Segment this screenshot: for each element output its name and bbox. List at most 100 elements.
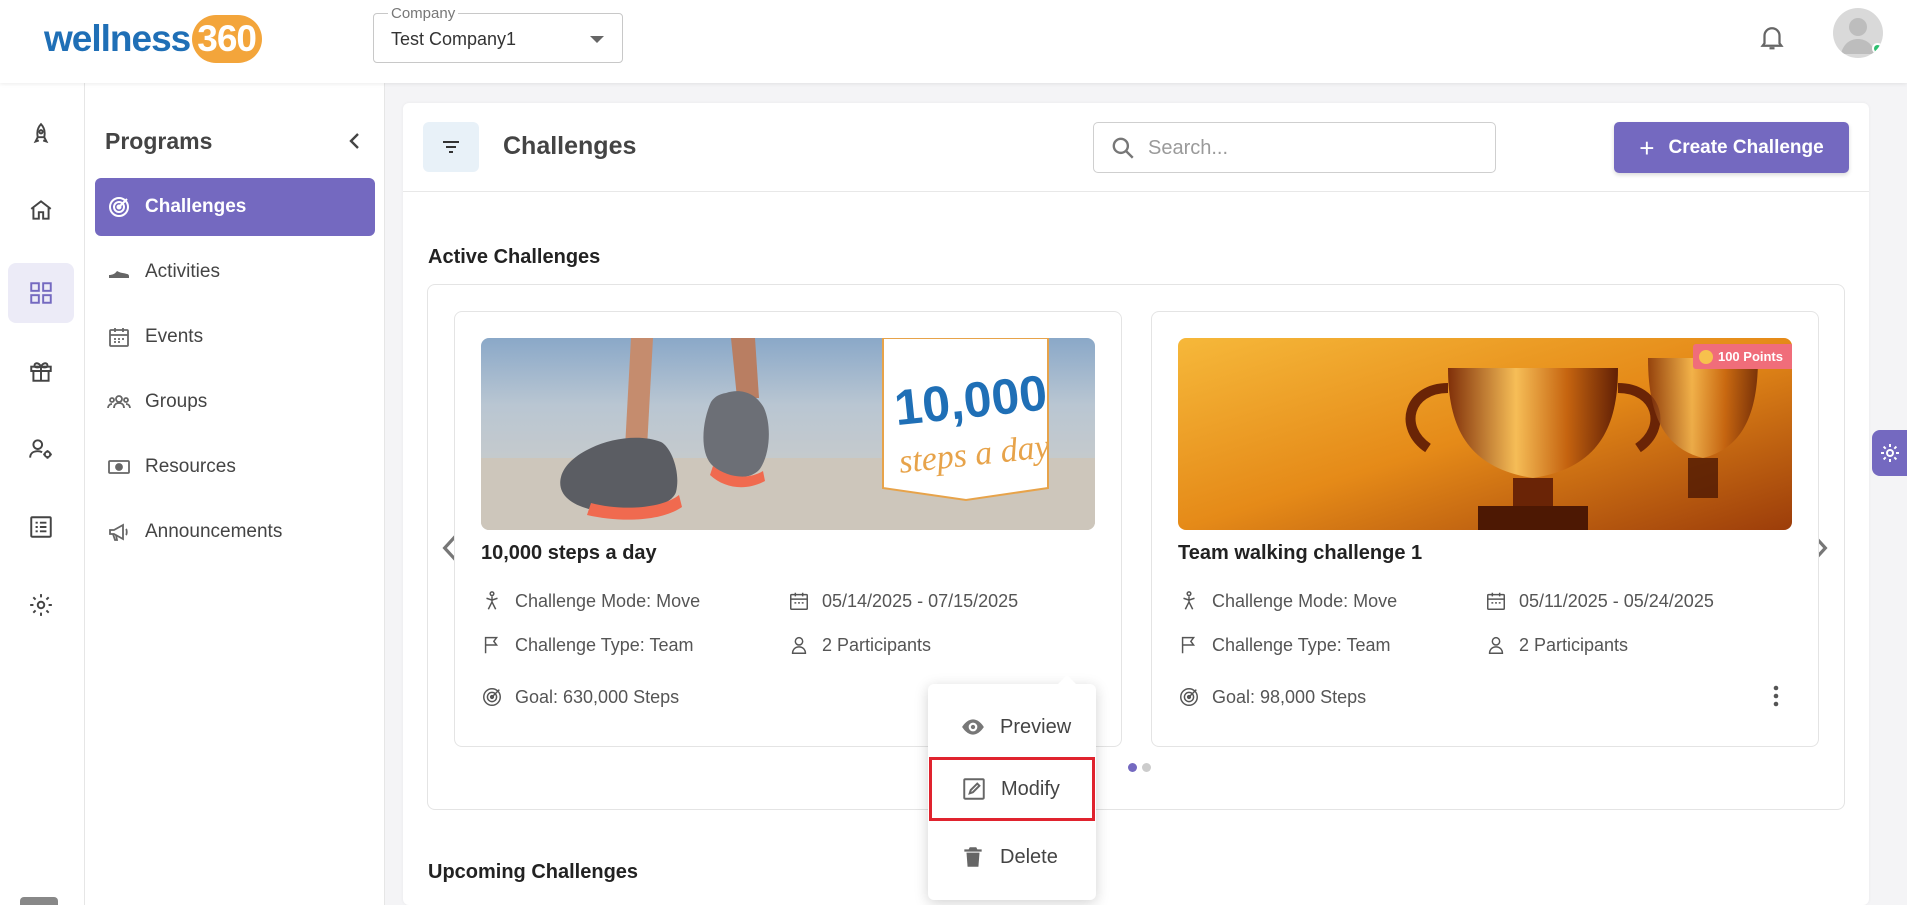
nav-item-groups[interactable]: Groups xyxy=(95,373,375,431)
menu-item-label: Delete xyxy=(1000,845,1058,868)
nav-item-label: Announcements xyxy=(145,521,283,542)
challenge-participants: 2 Participants xyxy=(1485,634,1628,656)
megaphone-icon xyxy=(109,523,128,541)
home-icon xyxy=(30,200,52,220)
menu-item-label: Preview xyxy=(1000,715,1072,738)
nav-item-label: Events xyxy=(145,326,204,347)
flag-icon xyxy=(1181,636,1196,654)
carousel-pagination xyxy=(1128,763,1151,772)
edit-icon xyxy=(963,778,985,800)
nav-item-challenges[interactable]: Challenges xyxy=(95,178,375,236)
challenge-mode: Challenge Mode: Move xyxy=(481,590,700,612)
challenge-participants-text: 2 Participants xyxy=(822,634,932,655)
menu-item-delete[interactable]: Delete xyxy=(928,825,1096,889)
menu-item-modify[interactable]: Modify xyxy=(929,757,1095,821)
logo-number: 360 xyxy=(192,15,262,63)
search-input[interactable] xyxy=(1148,133,1478,163)
create-challenge-button[interactable]: + Create Challenge xyxy=(1614,122,1849,173)
pagination-dot[interactable] xyxy=(1142,763,1151,772)
flag-icon xyxy=(484,636,499,654)
search-box[interactable] xyxy=(1093,122,1496,173)
calendar-icon xyxy=(1487,592,1505,610)
challenge-participants: 2 Participants xyxy=(788,634,931,656)
rocket-icon xyxy=(33,122,49,144)
company-value: Test Company1 xyxy=(391,29,517,49)
challenge-type-text: Challenge Type: Team xyxy=(1212,634,1391,655)
logo[interactable]: wellness 360 xyxy=(44,15,262,63)
avatar[interactable] xyxy=(1833,8,1883,58)
logo-word: wellness xyxy=(44,18,191,59)
pagination-dot-active[interactable] xyxy=(1128,763,1137,772)
challenge-card[interactable]: 100 Points Team walking challenge 1 Chal… xyxy=(1151,311,1819,747)
target-icon xyxy=(109,197,129,217)
active-challenges-title: Active Challenges xyxy=(428,246,601,268)
nav-item-announcements[interactable]: Announcements xyxy=(95,503,375,561)
challenge-card[interactable]: 10,000 steps a day 10,000 steps a day Ch… xyxy=(454,311,1122,747)
filter-button[interactable] xyxy=(423,122,479,172)
card-context-menu: Preview Modify Delete xyxy=(928,675,1096,900)
challenge-mode-text: Challenge Mode: Move xyxy=(1212,590,1398,611)
online-status-dot xyxy=(1872,43,1883,54)
gift-icon xyxy=(30,362,52,382)
calendar-icon xyxy=(109,328,129,347)
grid-icon xyxy=(30,282,52,304)
challenge-type: Challenge Type: Team xyxy=(1178,634,1390,656)
coin-icon xyxy=(1698,349,1713,364)
challenge-dates-text: 05/14/2025 - 07/15/2025 xyxy=(822,590,1019,611)
upcoming-challenges-title: Upcoming Challenges xyxy=(428,861,639,883)
challenge-type-text: Challenge Type: Team xyxy=(515,634,694,655)
bell-icon[interactable] xyxy=(1757,22,1787,52)
gear-icon xyxy=(30,594,52,616)
floating-settings-tab[interactable] xyxy=(1872,430,1907,476)
challenge-goal: Goal: 98,000 Steps xyxy=(1178,686,1366,708)
calendar-icon xyxy=(790,592,808,610)
groups-icon xyxy=(107,395,131,409)
menu-item-preview[interactable]: Preview xyxy=(928,695,1096,759)
rail-rewards[interactable] xyxy=(8,341,74,401)
challenge-goal-text: Goal: 98,000 Steps xyxy=(1212,686,1367,707)
target-icon xyxy=(483,688,501,706)
rail-rocket[interactable] xyxy=(8,105,74,165)
menu-item-label: Modify xyxy=(1001,777,1060,800)
page-title: Challenges xyxy=(503,132,637,160)
list-icon xyxy=(30,516,52,538)
nav-item-label: Challenges xyxy=(145,196,247,217)
gear-icon xyxy=(1881,444,1899,462)
rail-programs[interactable] xyxy=(8,263,74,323)
rail-scrollbar[interactable] xyxy=(20,897,58,905)
target-icon xyxy=(1180,688,1198,706)
challenge-goal-text: Goal: 630,000 Steps xyxy=(515,686,680,707)
icon-rail xyxy=(0,83,85,905)
money-icon xyxy=(108,460,130,474)
nav-item-resources[interactable]: Resources xyxy=(95,438,375,496)
chevron-left-icon[interactable] xyxy=(343,129,367,153)
company-select[interactable]: Company Test Company1 xyxy=(373,5,623,63)
nav-item-label: Activities xyxy=(145,261,220,282)
rail-settings[interactable] xyxy=(8,575,74,635)
challenge-dates: 05/14/2025 - 07/15/2025 xyxy=(788,590,1018,612)
challenge-dates: 05/11/2025 - 05/24/2025 xyxy=(1485,590,1714,612)
eye-icon xyxy=(962,719,984,735)
header-divider xyxy=(403,191,1869,192)
user-gear-icon xyxy=(29,439,52,459)
challenge-dates-text: 05/11/2025 - 05/24/2025 xyxy=(1519,590,1714,611)
nav-item-activities[interactable]: Activities xyxy=(95,243,375,301)
more-vertical-icon[interactable] xyxy=(1772,685,1780,707)
rail-reports[interactable] xyxy=(8,497,74,557)
nav-item-events[interactable]: Events xyxy=(95,308,375,366)
walking-shoes-image: 10,000 steps a day xyxy=(481,338,1095,530)
plus-icon: + xyxy=(1639,132,1655,163)
challenge-image: 10,000 steps a day xyxy=(481,338,1095,530)
person-icon xyxy=(1488,636,1504,654)
filter-icon xyxy=(443,141,459,153)
programs-title: Programs xyxy=(105,128,213,154)
nav-item-label: Groups xyxy=(145,391,208,412)
nav-item-label: Resources xyxy=(145,456,236,477)
challenge-mode-text: Challenge Mode: Move xyxy=(515,590,701,611)
search-icon xyxy=(1112,137,1134,159)
rail-users[interactable] xyxy=(8,419,74,479)
company-label: Company xyxy=(388,5,459,22)
challenge-type: Challenge Type: Team xyxy=(481,634,693,656)
challenge-goal: Goal: 630,000 Steps xyxy=(481,686,679,708)
rail-home[interactable] xyxy=(8,180,74,240)
